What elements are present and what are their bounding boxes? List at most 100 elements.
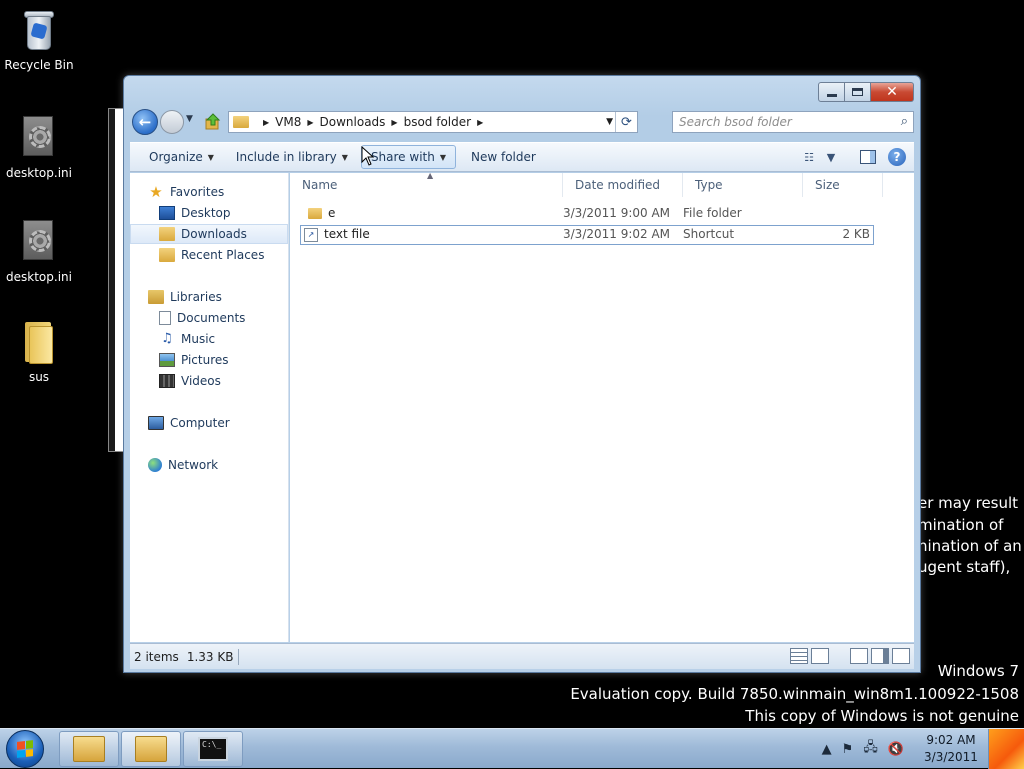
breadcrumb-vm8[interactable]: VM8: [275, 115, 301, 129]
change-view-icon[interactable]: ☷: [794, 146, 824, 168]
nav-label: Music: [181, 332, 216, 346]
document-icon: [159, 311, 171, 325]
nav-label: Desktop: [181, 206, 231, 220]
navigation-layout-icon[interactable]: [892, 648, 910, 664]
start-button[interactable]: [6, 730, 44, 768]
taskbar-explorer-button[interactable]: [59, 731, 119, 767]
nav-item-desktop[interactable]: Desktop: [130, 203, 288, 223]
search-input[interactable]: Search bsod folder ⌕: [672, 111, 914, 133]
file-type: Shortcut: [683, 227, 735, 241]
explorer-window: ✕ ← ▼ ▶ VM8 ▶ Downloads ▶ bsod folder ▶ …: [123, 75, 921, 673]
share-with-button[interactable]: Share with ▼: [360, 145, 456, 169]
nav-label: Favorites: [170, 185, 225, 199]
file-row[interactable]: e 3/3/2011 9:00 AM File folder: [300, 204, 874, 224]
show-hidden-icons-icon[interactable]: ▲: [822, 742, 832, 757]
breadcrumb-separator-icon[interactable]: ▶: [391, 118, 397, 127]
folder-icon: [233, 116, 249, 128]
computer-icon: [148, 416, 164, 430]
folder-icon: [73, 736, 105, 762]
action-center-flag-icon[interactable]: ⚑: [842, 742, 854, 757]
shortcut-icon: ↗: [304, 227, 318, 242]
volume-muted-icon[interactable]: 🔇: [888, 742, 904, 757]
network-status-icon[interactable]: 🖧: [863, 738, 878, 760]
layout-icon[interactable]: [850, 648, 868, 664]
include-in-library-button[interactable]: Include in library ▼: [227, 145, 357, 169]
column-label: Type: [695, 178, 723, 192]
close-button[interactable]: ✕: [871, 82, 914, 102]
search-icon[interactable]: ⌕: [901, 114, 908, 129]
view-options-dropdown-icon[interactable]: ▼: [824, 146, 838, 168]
forward-button[interactable]: [160, 110, 184, 134]
nav-item-music[interactable]: ♫ Music: [130, 329, 288, 349]
new-folder-button[interactable]: New folder: [462, 145, 545, 169]
clock-time: 9:02 AM: [926, 733, 976, 747]
nav-item-recent-places[interactable]: Recent Places: [130, 245, 288, 265]
background-text-line: mination of: [918, 516, 1004, 534]
navigation-row: ← ▼ ▶ VM8 ▶ Downloads ▶ bsod folder ▶ ▼ …: [130, 109, 914, 135]
nav-item-pictures[interactable]: Pictures: [130, 350, 288, 370]
organize-button[interactable]: Organize ▼: [140, 145, 223, 169]
desktop-ini-desktop-icon[interactable]: desktop.ini: [1, 220, 77, 284]
minimize-button[interactable]: [818, 82, 845, 102]
watermark-windows-version: Windows 7: [937, 662, 1019, 680]
recycle-bin-desktop-icon[interactable]: Recycle Bin: [1, 8, 77, 72]
breadcrumb-separator-icon[interactable]: ▶: [263, 118, 269, 127]
item-count: 2 items: [134, 649, 179, 664]
nav-item-computer[interactable]: Computer: [130, 413, 288, 433]
preview-pane-icon[interactable]: [860, 150, 876, 164]
column-header-date-modified[interactable]: Date modified: [563, 173, 683, 197]
navigation-pane: ★ Favorites Desktop Downloads Recent Plac…: [130, 173, 289, 642]
system-clock[interactable]: 9:02 AM 3/3/2011: [920, 732, 982, 766]
desktop-icon: [159, 206, 175, 220]
back-button[interactable]: ←: [132, 109, 158, 135]
preview-layout-icon[interactable]: [871, 648, 889, 664]
notification-area: ▲ ⚑ 🖧 🔇 9:02 AM 3/3/2011: [812, 729, 1024, 769]
address-history-dropdown-icon[interactable]: ▼: [606, 117, 613, 127]
status-view-buttons: [787, 648, 910, 664]
breadcrumb-bsod-folder[interactable]: bsod folder: [404, 115, 471, 129]
music-note-icon: ♫: [161, 331, 173, 346]
nav-item-favorites[interactable]: ★ Favorites: [148, 182, 306, 202]
column-label: Name: [302, 178, 338, 192]
sus-folder-desktop-icon[interactable]: sus: [1, 320, 77, 384]
nav-item-videos[interactable]: Videos: [130, 371, 288, 391]
nav-label: Videos: [181, 374, 221, 388]
star-icon: ★: [149, 183, 163, 201]
column-header-size[interactable]: Size: [803, 173, 883, 197]
taskbar-explorer-active-button[interactable]: [121, 731, 181, 767]
show-desktop-button[interactable]: [988, 729, 1024, 769]
file-row[interactable]: ↗ text file 3/3/2011 9:02 AM Shortcut 2 K…: [300, 225, 874, 245]
column-header-type[interactable]: Type: [683, 173, 803, 197]
desktop-ini-desktop-icon[interactable]: desktop.ini: [1, 116, 77, 180]
nav-label: Downloads: [181, 227, 247, 241]
windows-logo-icon: [17, 740, 33, 758]
mouse-cursor-icon: [361, 146, 375, 166]
large-icons-view-icon[interactable]: [811, 648, 829, 664]
address-bar[interactable]: ▶ VM8 ▶ Downloads ▶ bsod folder ▶ ▼ ⟳: [228, 111, 638, 133]
include-in-library-label: Include in library: [235, 150, 337, 164]
nav-item-downloads[interactable]: Downloads: [130, 224, 288, 244]
folder-up-icon[interactable]: [204, 113, 222, 131]
downloads-folder-icon: [159, 227, 175, 241]
chevron-down-icon: ▼: [207, 152, 214, 162]
nav-item-documents[interactable]: Documents: [130, 308, 288, 328]
recent-pages-dropdown[interactable]: ▼: [186, 114, 193, 124]
nav-label: Computer: [170, 416, 230, 430]
chevron-down-icon: ▼: [439, 152, 446, 162]
taskbar-cmd-button[interactable]: C:\_: [183, 731, 243, 767]
breadcrumb-separator-icon[interactable]: ▶: [307, 118, 313, 127]
breadcrumb-separator-icon[interactable]: ▶: [477, 118, 483, 127]
help-icon[interactable]: ?: [888, 148, 906, 166]
breadcrumb-downloads[interactable]: Downloads: [320, 115, 386, 129]
details-view-icon[interactable]: [790, 648, 808, 664]
file-name: text file: [324, 227, 370, 241]
nav-item-libraries[interactable]: Libraries: [130, 287, 288, 307]
maximize-button[interactable]: [845, 82, 871, 102]
file-date: 3/3/2011 9:02 AM: [563, 227, 671, 241]
refresh-button[interactable]: ⟳: [615, 112, 637, 132]
nav-item-network[interactable]: Network: [130, 455, 288, 475]
new-folder-label: New folder: [471, 150, 536, 164]
command-bar: Organize ▼ Include in library ▼ Share with…: [130, 142, 914, 172]
folder-icon: [135, 736, 167, 762]
clock-date: 3/3/2011: [924, 750, 978, 764]
